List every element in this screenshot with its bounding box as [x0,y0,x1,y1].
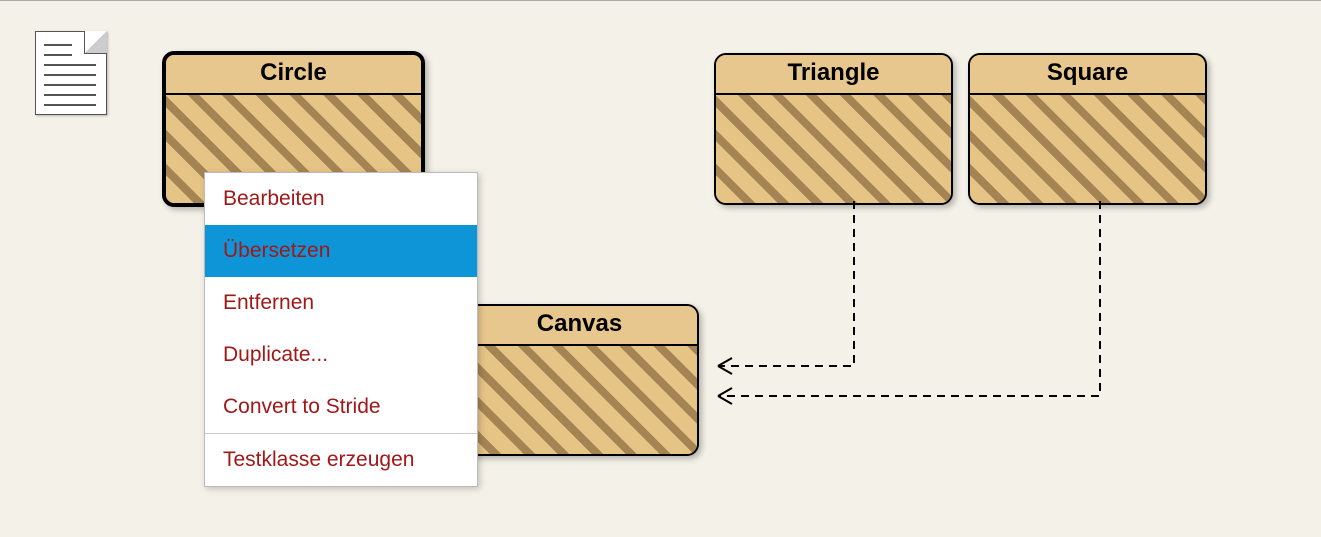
menu-item-compile[interactable]: Übersetzen [205,225,477,277]
class-body [462,346,697,456]
class-title: Square [970,55,1205,95]
menu-item-create-test[interactable]: Testklasse erzeugen [205,434,477,486]
class-box-canvas[interactable]: Canvas [460,304,699,456]
diagram-canvas[interactable]: Circle Triangle Square Canvas Bearbeiten… [0,0,1321,537]
menu-item-edit[interactable]: Bearbeiten [205,173,477,225]
class-body [716,95,951,205]
class-body [970,95,1205,205]
menu-item-duplicate[interactable]: Duplicate... [205,329,477,381]
class-title: Circle [166,55,421,95]
class-box-triangle[interactable]: Triangle [714,53,953,205]
class-title: Canvas [462,306,697,346]
readme-document-icon[interactable] [35,31,107,115]
menu-item-convert-stride[interactable]: Convert to Stride [205,381,477,433]
class-box-square[interactable]: Square [968,53,1207,205]
context-menu: Bearbeiten Übersetzen Entfernen Duplicat… [204,172,478,487]
menu-item-remove[interactable]: Entfernen [205,277,477,329]
class-title: Triangle [716,55,951,95]
